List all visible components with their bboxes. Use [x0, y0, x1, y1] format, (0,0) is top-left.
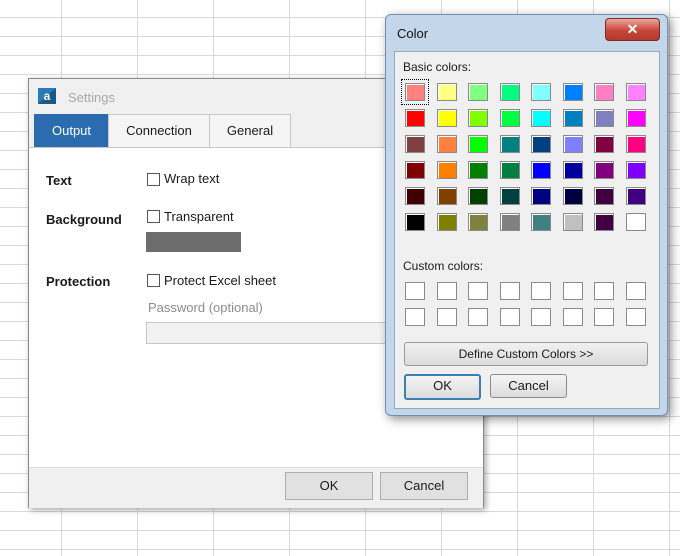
basic-color-swatch[interactable] [405, 161, 425, 179]
basic-color-swatch[interactable] [499, 135, 520, 153]
tab-connection[interactable]: Connection [108, 114, 210, 147]
basic-color-swatch[interactable] [562, 83, 583, 101]
password-input[interactable] [146, 322, 408, 344]
color-dialog-client: Basic colors: Custom colors: Define Cust… [394, 51, 660, 409]
background-color-swatch[interactable] [146, 232, 241, 252]
settings-footer: OK Cancel [29, 467, 483, 508]
basic-color-swatch[interactable] [531, 83, 551, 101]
custom-color-swatch[interactable] [468, 308, 488, 326]
basic-color-swatch[interactable] [594, 187, 614, 205]
basic-color-swatch[interactable] [468, 187, 488, 205]
basic-color-swatch[interactable] [401, 79, 429, 105]
custom-color-swatch[interactable] [625, 308, 646, 326]
basic-color-swatch[interactable] [594, 161, 614, 179]
settings-ok-button[interactable]: OK [285, 472, 373, 500]
custom-color-swatch[interactable] [562, 282, 583, 300]
basic-color-swatch[interactable] [562, 109, 583, 127]
basic-color-swatch[interactable] [562, 161, 583, 179]
basic-color-swatch[interactable] [625, 187, 646, 205]
basic-color-swatch[interactable] [531, 213, 551, 231]
wrap-text-checkbox[interactable] [147, 173, 160, 186]
basic-color-swatch[interactable] [468, 213, 488, 231]
basic-color-swatch[interactable] [531, 187, 551, 205]
custom-color-swatch[interactable] [562, 308, 583, 326]
basic-color-swatch[interactable] [468, 161, 488, 179]
basic-color-swatch[interactable] [499, 213, 520, 231]
basic-color-swatch[interactable] [625, 213, 646, 231]
basic-color-swatch[interactable] [436, 187, 457, 205]
basic-color-swatch[interactable] [468, 83, 488, 101]
text-label: Text [46, 173, 72, 188]
custom-color-swatch[interactable] [625, 282, 646, 300]
basic-color-swatch[interactable] [436, 83, 457, 101]
basic-color-swatch[interactable] [562, 135, 583, 153]
color-cancel-button[interactable]: Cancel [490, 374, 567, 398]
basic-colors-label: Basic colors: [403, 60, 472, 74]
color-dialog-title: Color [397, 26, 429, 41]
custom-color-swatch[interactable] [405, 282, 425, 300]
basic-color-swatch[interactable] [405, 135, 425, 153]
settings-title: Settings [68, 90, 115, 105]
tab-general[interactable]: General [209, 114, 291, 147]
custom-color-swatch[interactable] [531, 308, 551, 326]
app-logo-letter: a [43, 89, 51, 103]
tab-output[interactable]: Output [34, 114, 109, 147]
basic-color-swatch[interactable] [436, 135, 457, 153]
basic-color-swatch[interactable] [499, 83, 520, 101]
custom-color-swatch[interactable] [499, 308, 520, 326]
basic-color-swatch[interactable] [436, 213, 457, 231]
basic-color-swatch[interactable] [499, 187, 520, 205]
custom-color-swatch[interactable] [436, 282, 457, 300]
basic-color-swatch[interactable] [594, 109, 614, 127]
basic-color-swatch[interactable] [625, 135, 646, 153]
basic-color-swatch[interactable] [436, 161, 457, 179]
color-dialog: Color ✕ Basic colors: Custom colors: Def… [385, 14, 668, 416]
close-icon[interactable]: ✕ [605, 18, 660, 41]
basic-color-swatch[interactable] [436, 109, 457, 127]
basic-color-swatch[interactable] [625, 83, 646, 101]
protect-sheet-checkbox[interactable] [147, 274, 160, 287]
basic-color-swatch[interactable] [405, 109, 425, 127]
basic-color-swatch[interactable] [531, 135, 551, 153]
wrap-text-label[interactable]: Wrap text [164, 171, 219, 186]
basic-color-swatch[interactable] [562, 213, 583, 231]
basic-color-swatch[interactable] [625, 161, 646, 179]
basic-color-swatch[interactable] [499, 161, 520, 179]
basic-color-swatch[interactable] [594, 135, 614, 153]
custom-color-swatch[interactable] [405, 308, 425, 326]
basic-color-swatch[interactable] [562, 187, 583, 205]
basic-color-swatch[interactable] [594, 213, 614, 231]
basic-color-swatch[interactable] [531, 161, 551, 179]
basic-color-swatch[interactable] [594, 83, 614, 101]
protect-sheet-label[interactable]: Protect Excel sheet [164, 273, 276, 288]
password-label: Password (optional) [148, 300, 263, 315]
custom-color-swatch[interactable] [594, 282, 614, 300]
custom-color-swatch[interactable] [594, 308, 614, 326]
color-ok-button[interactable]: OK [404, 374, 481, 400]
transparent-checkbox[interactable] [147, 210, 160, 223]
basic-color-swatch[interactable] [405, 213, 425, 231]
custom-color-swatch[interactable] [499, 282, 520, 300]
app-logo-icon: a [38, 88, 56, 104]
custom-color-swatch[interactable] [531, 282, 551, 300]
basic-color-swatch[interactable] [405, 187, 425, 205]
custom-color-swatch[interactable] [468, 282, 488, 300]
custom-colors-label: Custom colors: [403, 259, 484, 273]
basic-color-swatch[interactable] [468, 135, 488, 153]
settings-cancel-button[interactable]: Cancel [380, 472, 468, 500]
basic-color-swatch[interactable] [531, 109, 551, 127]
basic-color-swatch[interactable] [625, 109, 646, 127]
transparent-label[interactable]: Transparent [164, 209, 234, 224]
background-label: Background [46, 212, 122, 227]
custom-color-swatch[interactable] [436, 308, 457, 326]
basic-color-swatch[interactable] [499, 109, 520, 127]
define-custom-colors-button[interactable]: Define Custom Colors >> [404, 342, 648, 366]
protection-label: Protection [46, 274, 111, 289]
basic-color-swatch[interactable] [468, 109, 488, 127]
